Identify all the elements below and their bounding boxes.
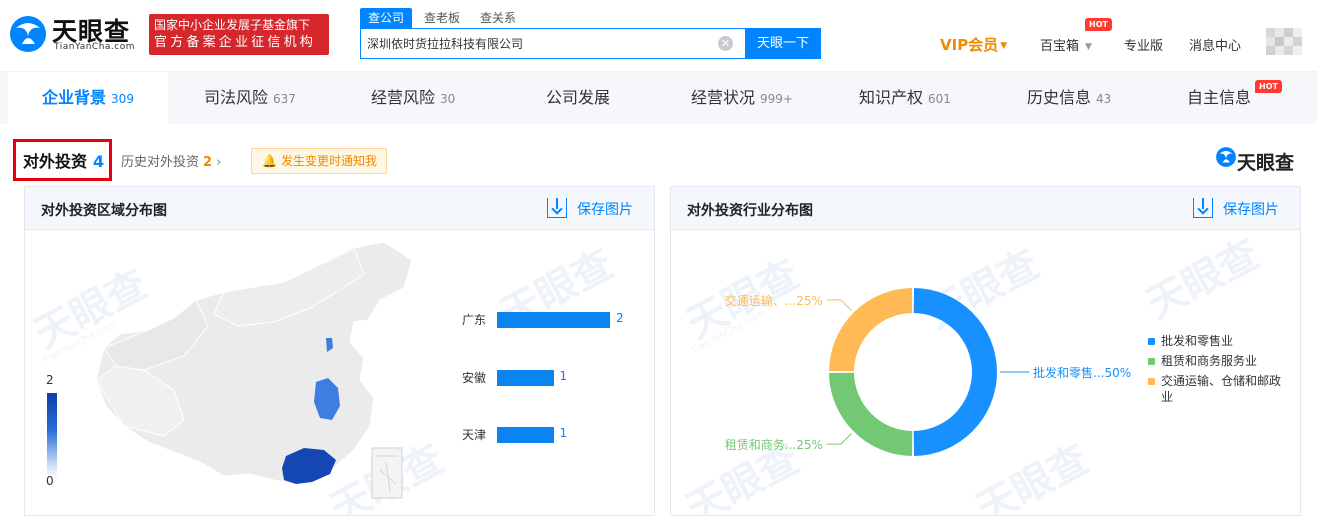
gov-badge[interactable]: 国家中小企业发展子基金旗下 官方备案企业征信机构 <box>149 14 329 55</box>
bar-category-label: 安徽 <box>462 371 487 385</box>
baibaoxiang-menu[interactable]: 百宝箱 ▼ <box>1040 35 1092 54</box>
donut-leader-line <box>826 299 852 311</box>
vip-label: VIP会员 <box>940 36 999 54</box>
section-title: 对外投资 4 <box>23 148 104 172</box>
search-tab-company[interactable]: 查公司 <box>360 8 413 28</box>
clear-icon[interactable]: ✕ <box>718 36 733 51</box>
search-tabs: 查公司 查老板 查关系 <box>360 8 528 28</box>
panel-header: 对外投资区域分布图 保存图片 <box>25 187 654 230</box>
brand-logo-text: 天眼查 <box>1237 152 1295 174</box>
legend-label: 批发和零售业 <box>1161 334 1234 348</box>
gov-badge-line2: 官方备案企业征信机构 <box>154 35 317 50</box>
panel-header: 对外投资行业分布图 保存图片 <box>671 187 1300 230</box>
history-investment-link[interactable]: 历史对外投资 2 › <box>121 151 221 170</box>
tab-enterprise-background[interactable]: 企业背景 309 <box>8 72 168 124</box>
tab-operational-risk[interactable]: 经营风险 30 <box>371 72 455 124</box>
panel-title: 对外投资行业分布图 <box>687 203 813 219</box>
chevron-down-icon: ▼ <box>1000 41 1008 51</box>
donut-slice[interactable] <box>913 288 998 456</box>
save-image-button[interactable]: 保存图片 <box>577 199 633 219</box>
donut-slice-label: 交通运输、...25% <box>724 293 823 308</box>
tab-self-info[interactable]: 自主信息 <box>1187 72 1251 124</box>
legend-label: 租赁和商务服务业 <box>1161 354 1258 368</box>
tab-count: 999+ <box>760 92 793 106</box>
tab-count: 637 <box>273 92 296 106</box>
brand-logo-icon <box>1216 147 1236 167</box>
bell-icon: 🔔 <box>262 154 277 168</box>
search-input[interactable] <box>367 29 707 58</box>
save-image-button[interactable]: 保存图片 <box>1223 199 1279 219</box>
notify-label: 发生变更时通知我 <box>280 154 377 168</box>
section-count: 4 <box>93 152 105 171</box>
bar-category-label: 天津 <box>462 428 487 442</box>
tab-label: 公司发展 <box>546 88 611 107</box>
tab-label: 知识产权 <box>859 88 924 107</box>
chevron-right-icon: › <box>216 155 222 170</box>
tab-business-status[interactable]: 经营状况 999+ <box>691 72 793 124</box>
search-box: ✕ <box>360 28 746 59</box>
site-logo[interactable]: 天眼查 TianYanCha.com <box>8 10 140 58</box>
tab-judicial-risk[interactable]: 司法风险 637 <box>204 72 296 124</box>
logo-icon <box>10 16 46 52</box>
tab-count: 43 <box>1096 92 1112 106</box>
tab-label: 企业背景 <box>42 88 107 107</box>
tab-label: 经营状况 <box>691 88 756 107</box>
message-center-link[interactable]: 消息中心 <box>1189 35 1241 54</box>
bar-category-label: 广东 <box>462 313 487 327</box>
legend-swatch <box>1148 358 1155 365</box>
download-icon[interactable] <box>1193 198 1213 218</box>
hot-badge: HOT <box>1085 18 1112 31</box>
baibaoxiang-label: 百宝箱 <box>1040 39 1080 54</box>
tab-count: 309 <box>111 92 134 106</box>
legend-swatch <box>1148 378 1155 385</box>
bar-mark[interactable] <box>497 370 554 386</box>
bar-value-label: 1 <box>559 426 568 440</box>
tab-label: 历史信息 <box>1027 88 1092 107</box>
donut-slice-label: 批发和零售...50% <box>1033 366 1132 380</box>
donut-leader-line <box>826 433 852 445</box>
history-count: 2 <box>203 155 213 170</box>
panel-title: 对外投资区域分布图 <box>41 203 167 219</box>
legend-swatch <box>1148 338 1155 345</box>
notify-button[interactable]: 🔔 发生变更时通知我 <box>251 148 387 174</box>
tab-label: 经营风险 <box>371 88 436 107</box>
download-icon[interactable] <box>547 198 567 218</box>
bar-value-label: 2 <box>616 311 624 325</box>
search-tab-boss[interactable]: 查老板 <box>416 8 468 28</box>
main-tabs: 企业背景 309 司法风险 637 经营风险 30 公司发展 经营状况 999+ 知识产… <box>0 72 1317 124</box>
tab-label: 自主信息 <box>1187 88 1252 107</box>
search-button[interactable]: 天眼一下 <box>745 28 821 59</box>
search-tab-relation[interactable]: 查关系 <box>472 8 524 28</box>
tab-intellectual-property[interactable]: 知识产权 601 <box>859 72 951 124</box>
vip-member-link[interactable]: VIP会员 ▼ <box>940 34 1007 55</box>
history-label: 历史对外投资 <box>121 155 200 170</box>
bar-value-label: 1 <box>559 369 568 383</box>
bar-mark[interactable] <box>497 427 554 443</box>
donut-slice-label: 租赁和商务...25% <box>724 438 823 453</box>
gov-badge-line1: 国家中小企业发展子基金旗下 <box>154 18 311 32</box>
legend-label: 交通运输、仓储和邮政业 <box>1161 374 1282 404</box>
pro-version-link[interactable]: 专业版 <box>1124 35 1163 54</box>
china-map <box>95 241 413 499</box>
tab-count: 601 <box>928 92 951 106</box>
color-scale-max: 2 <box>46 373 54 387</box>
color-scale-min: 0 <box>46 474 54 488</box>
tab-company-development[interactable]: 公司发展 <box>546 72 615 124</box>
section-title-text: 对外投资 <box>23 152 88 171</box>
color-scale <box>47 393 57 477</box>
logo-subtext: TianYanCha.com <box>54 42 136 52</box>
top-header: 天眼查 TianYanCha.com 国家中小企业发展子基金旗下 官方备案企业征… <box>0 0 1317 72</box>
tab-count: 30 <box>440 92 456 106</box>
avatar[interactable] <box>1266 28 1304 56</box>
tab-label: 司法风险 <box>204 88 269 107</box>
hot-badge: HOT <box>1255 80 1282 93</box>
bar-mark[interactable] <box>497 312 610 328</box>
chevron-down-icon: ▼ <box>1085 42 1092 52</box>
tab-history-info[interactable]: 历史信息 43 <box>1027 72 1111 124</box>
